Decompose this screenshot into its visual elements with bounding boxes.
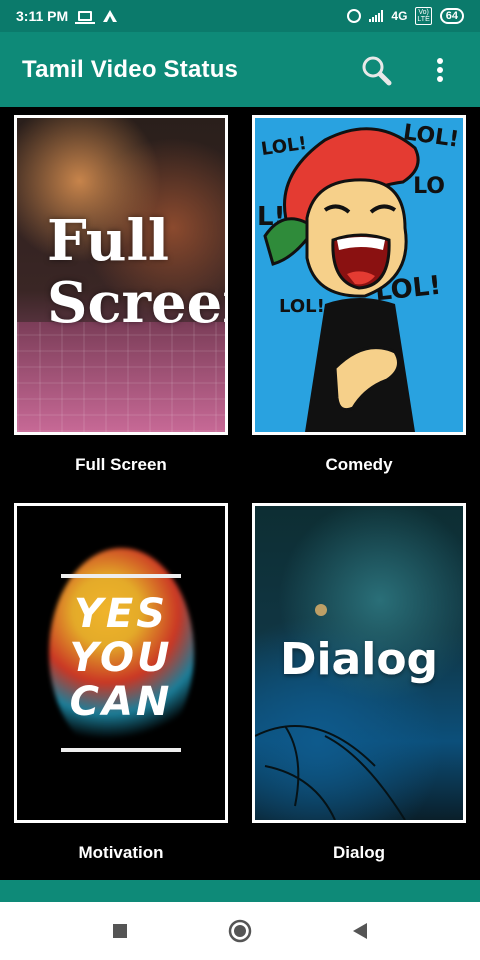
motivation-thumbnail[interactable]: YES YOU CAN [14,503,228,823]
alarm-icon [347,9,362,23]
dialog-thumbnail[interactable]: Dialog [252,503,466,823]
overflow-menu-button[interactable] [422,52,458,88]
status-bar: 3:11 PM 4G Vo) LTE 64 [0,0,480,32]
category-card-full-screen[interactable]: Full Screen Full Screen [14,115,228,475]
motivation-thumb-text: YES YOU CAN [17,592,225,724]
app-bar: Tamil Video Status [0,32,480,107]
laughing-cartoon-icon [263,127,420,432]
divider-bar [61,748,181,752]
back-triangle-icon [353,923,367,939]
recents-square-icon [113,924,127,938]
thumb-word: CAN [69,679,173,725]
app-notification-icon [103,10,118,22]
app-title: Tamil Video Status [22,55,239,83]
search-icon [362,56,392,85]
laptop-icon [75,11,96,24]
thumb-word: Screen [47,270,225,336]
signal-icon [369,10,384,22]
status-time: 3:11 PM [16,8,69,24]
recents-button[interactable] [100,911,140,951]
volte-top: Vo) [418,9,429,16]
bottom-teal-strip [0,880,480,902]
home-circle-icon [228,919,252,943]
dialog-thumb-text: Dialog [279,634,439,685]
thumbnail-floor [17,322,225,432]
category-label-dialog: Dialog [333,843,385,862]
comedy-thumbnail[interactable]: LOL! LOL! LO L! LOL! LOL! [252,115,466,435]
category-label-full-screen: Full Screen [75,455,167,474]
divider-bar [61,574,181,578]
thumb-word: Full [47,208,170,274]
category-card-dialog[interactable]: Dialog Dialog [252,503,466,863]
home-button[interactable] [220,911,260,951]
battery-indicator: 64 [439,8,464,24]
system-nav-bar [0,902,480,960]
category-label-comedy: Comedy [325,455,393,474]
search-button[interactable] [358,52,394,88]
volte-bottom: LTE [417,16,430,23]
thumb-word: YOU [69,635,173,681]
thumb-word: YES [73,591,169,637]
network-type: 4G [391,9,408,23]
category-grid: Full Screen Full Screen LOL! LOL! LO L! … [0,107,480,880]
back-button[interactable] [340,911,380,951]
category-label-motivation: Motivation [78,843,164,862]
full-screen-thumb-text: Full Screen [47,208,225,336]
full-screen-thumbnail[interactable]: Full Screen [14,115,228,435]
category-card-comedy[interactable]: LOL! LOL! LO L! LOL! LOL! Comedy [252,115,466,475]
more-vert-icon [437,57,443,82]
volte-badge: Vo) LTE [415,7,432,25]
category-card-motivation[interactable]: YES YOU CAN Motivation [14,503,228,863]
